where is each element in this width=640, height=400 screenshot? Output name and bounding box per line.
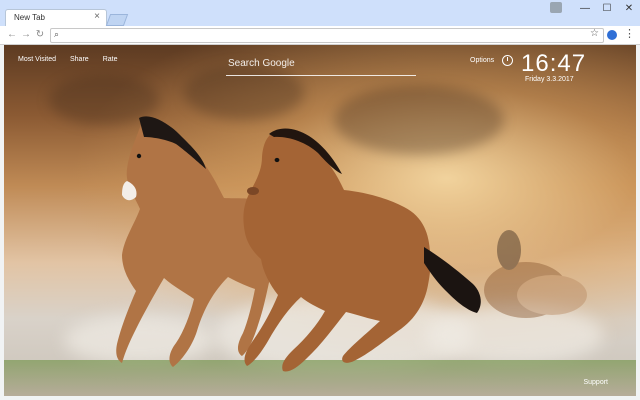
maximize-button[interactable]: ☐	[596, 0, 618, 18]
star-icon[interactable]: ☆	[590, 28, 599, 39]
profile-icon[interactable]	[550, 2, 562, 13]
top-nav: Most Visited Share Rate	[18, 56, 117, 63]
tab-title: New Tab	[14, 13, 45, 22]
new-tab-button[interactable]	[105, 14, 129, 26]
search-box	[226, 53, 420, 76]
minimize-button[interactable]: —	[574, 0, 596, 18]
tab-bar: New Tab × — ☐ ✕	[0, 0, 640, 27]
blurred-horse	[484, 230, 587, 318]
share-link[interactable]: Share	[70, 56, 89, 63]
date-display: Friday 3.3.2017	[525, 76, 574, 83]
rate-link[interactable]: Rate	[103, 56, 118, 63]
close-window-button[interactable]: ✕	[618, 0, 640, 18]
most-visited-link[interactable]: Most Visited	[18, 56, 56, 63]
reload-icon[interactable]: ↻	[34, 29, 46, 41]
search-icon: ⌕	[54, 29, 60, 39]
window-controls: — ☐ ✕	[574, 0, 640, 18]
menu-icon[interactable]: ⋮	[624, 27, 635, 40]
browser-toolbar: ← → ↻ ⌕ ☆	[0, 26, 640, 45]
forward-icon[interactable]: →	[20, 29, 32, 41]
options-button[interactable]: Options	[470, 57, 494, 64]
time-display: 16:47	[521, 50, 587, 77]
tab-new-tab[interactable]: New Tab ×	[5, 9, 107, 27]
support-link[interactable]: Support	[583, 379, 608, 386]
browser-window: New Tab × — ☐ ✕ ← → ↻ ⌕ ☆ ⋮ Most Visited…	[0, 0, 640, 400]
horses-image	[116, 116, 587, 372]
address-bar[interactable]: ⌕ ☆	[50, 28, 604, 43]
new-tab-page: Most Visited Share Rate Options 16:47 Fr…	[4, 45, 636, 396]
clock-icon	[502, 55, 513, 66]
back-icon[interactable]: ←	[6, 29, 18, 41]
search-input[interactable]	[226, 53, 420, 74]
close-tab-icon[interactable]: ×	[94, 11, 100, 22]
right-horse	[243, 128, 481, 372]
extension-icon[interactable]	[607, 30, 617, 40]
